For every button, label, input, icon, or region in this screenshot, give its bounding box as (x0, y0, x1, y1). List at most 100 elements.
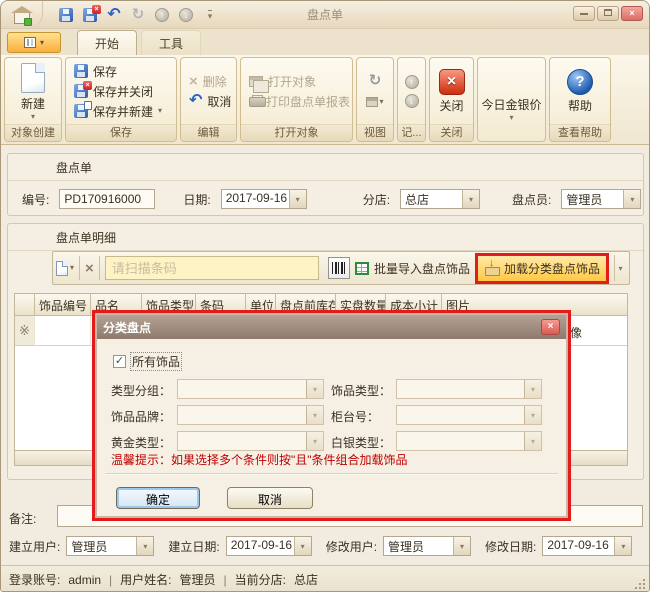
chevron-down-icon: ▾ (136, 537, 153, 555)
refresh-button[interactable]: ↻ (363, 70, 387, 90)
type-group-select[interactable]: ▾ (177, 379, 324, 399)
next-record-button[interactable]: ↓ (177, 6, 195, 24)
item-type-label: 饰品类型： (331, 382, 391, 399)
modified-date-value: 2017-09-16 (543, 537, 614, 555)
dialog-separator (105, 473, 558, 475)
record-up-button[interactable]: ↑ (405, 75, 419, 89)
delete-label: 删除 (203, 73, 227, 90)
minimize-button[interactable] (573, 6, 595, 21)
save-button-ribbon[interactable]: 保存 (74, 63, 174, 80)
open-object-icon (249, 76, 263, 87)
counter-no-select[interactable]: ▾ (396, 405, 542, 425)
tab-tools[interactable]: 工具 (141, 30, 201, 55)
load-classified-button[interactable]: ↓ 加载分类盘点饰品 (475, 253, 609, 284)
help-button[interactable]: ? 帮助 (552, 69, 608, 114)
ribbon: 新建 ▾ 对象创建 保存 × 保存并关闭 (1, 55, 649, 145)
created-date-value: 2017-09-16 (227, 537, 294, 555)
gold-type-select[interactable]: ▾ (177, 431, 324, 451)
chevron-down-icon: ▾ (614, 537, 631, 555)
ribbon-group-close: × 关闭 关闭 (429, 57, 474, 142)
dialog-field-row: 黄金类型： ▾ 白银类型： ▾ (97, 431, 566, 451)
down-circle-icon: ↓ (179, 8, 193, 22)
redo-button[interactable]: ↻ (129, 6, 147, 24)
chevron-down-icon: ▾ (462, 190, 479, 208)
account-label: 登录账号: (9, 571, 60, 588)
number-input[interactable] (59, 189, 155, 209)
chevron-down-icon: ▾ (208, 10, 213, 20)
column-header-selector[interactable] (15, 294, 35, 316)
refresh-icon: ↻ (369, 71, 382, 89)
column-header[interactable]: 饰品编号 (35, 294, 91, 316)
branch-select[interactable]: 总店 ▾ (400, 189, 480, 209)
qat-customize-button[interactable]: ▾ (201, 6, 219, 24)
layout-button[interactable]: ▾ (363, 92, 387, 112)
save-close-button[interactable]: × (81, 6, 99, 24)
new-page-icon (56, 261, 68, 276)
save-and-new-button[interactable]: 保存并新建 ▾ (74, 103, 174, 120)
close-form-button[interactable]: × 关闭 (432, 69, 471, 114)
chevron-down-icon: ▾ (158, 108, 162, 114)
barcode-button[interactable] (328, 257, 350, 279)
batch-import-button[interactable]: 批量导入盘点饰品 (355, 260, 470, 277)
list-icon (24, 37, 36, 48)
new-button[interactable]: 新建 ▾ (7, 63, 59, 120)
today-gold-price-label: 今日金银价 (481, 96, 541, 113)
current-branch-value: 总店 (294, 571, 318, 588)
item-brand-select[interactable]: ▾ (177, 405, 324, 425)
toolbar-overflow-button[interactable]: ▾ (614, 255, 626, 281)
created-date-select[interactable]: 2017-09-16 ▾ (226, 536, 312, 556)
silver-type-value (397, 432, 524, 450)
all-items-checkbox-label[interactable]: 所有饰品 (131, 353, 181, 370)
cell[interactable] (35, 316, 91, 346)
dialog-close-button[interactable]: × (541, 319, 560, 335)
new-row-button[interactable]: ▾ (56, 261, 74, 276)
item-type-select[interactable]: ▾ (396, 379, 542, 399)
tab-start[interactable]: 开始 (77, 30, 137, 55)
group-caption: 盘点单 (8, 154, 643, 181)
ribbon-group-label: 打开对象 (241, 124, 352, 141)
prev-record-button[interactable]: ↑ (153, 6, 171, 24)
app-logo-chip[interactable] (1, 1, 43, 28)
chevron-down-icon: ▾ (524, 432, 541, 450)
ok-button[interactable]: 确定 (116, 487, 200, 509)
checkbox-checked-icon[interactable]: ✓ (113, 355, 126, 368)
chevron-down-icon: ▾ (379, 99, 383, 105)
item-brand-label: 饰品品牌： (111, 408, 171, 425)
chevron-down-icon: ▾ (509, 115, 513, 121)
record-down-button[interactable]: ↓ (405, 94, 419, 108)
close-button[interactable]: × (621, 6, 643, 21)
created-user-value: 管理员 (67, 537, 136, 555)
date-label: 日期: (183, 191, 210, 208)
cancel-button[interactable]: 取消 (227, 487, 313, 509)
modified-user-select[interactable]: 管理员 ▾ (383, 536, 471, 556)
undo-button[interactable]: ↶ (105, 6, 123, 24)
save-and-new-label: 保存并新建 (93, 103, 153, 120)
resize-grip-icon[interactable] (635, 579, 645, 589)
save-and-close-label: 保存并关闭 (93, 83, 153, 100)
silver-type-select[interactable]: ▾ (396, 431, 542, 451)
modified-user-value: 管理员 (384, 537, 453, 555)
delete-button: × 删除 (189, 73, 234, 90)
save-close-icon: × (83, 8, 97, 22)
dialog-field-row: 类型分组： ▾ 饰品类型： ▾ (97, 379, 566, 399)
clerk-select[interactable]: 管理员 ▾ (561, 189, 641, 209)
created-user-select[interactable]: 管理员 ▾ (66, 536, 154, 556)
cancel-button[interactable]: ↶ 取消 (189, 93, 234, 110)
date-select[interactable]: 2017-09-16 ▾ (221, 189, 307, 209)
all-items-checkbox-row: ✓ 所有饰品 (113, 353, 181, 370)
maximize-button[interactable] (597, 6, 619, 21)
inventory-sheet-window: × ↶ ↻ ↑ ↓ ▾ 盘点单 × ▾ 开始 工具 新建 (0, 0, 650, 592)
save-and-close-button[interactable]: × 保存并关闭 (74, 83, 174, 100)
chevron-down-icon: ▾ (70, 265, 74, 271)
chevron-down-icon: ▾ (453, 537, 470, 555)
x-badge-icon: × (83, 81, 92, 90)
delete-row-button[interactable]: × (85, 260, 94, 277)
app-menu-button[interactable]: ▾ (7, 32, 61, 53)
save-label: 保存 (93, 63, 117, 80)
today-gold-price-button[interactable]: 今日金银价 ▾ (480, 78, 543, 121)
scan-barcode-input[interactable] (105, 256, 319, 280)
modified-date-select[interactable]: 2017-09-16 ▾ (542, 536, 632, 556)
save-button[interactable] (57, 6, 75, 24)
counter-no-value (397, 406, 524, 424)
save-new-icon (74, 104, 88, 118)
